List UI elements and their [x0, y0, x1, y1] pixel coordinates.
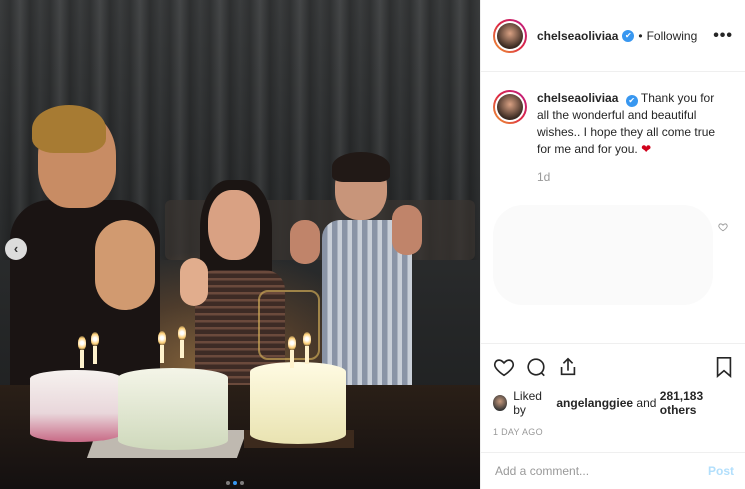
carousel-prev-button[interactable]: ‹	[5, 238, 27, 260]
comments-area	[493, 205, 713, 305]
red-heart-icon: ❤	[641, 142, 652, 156]
woman-head	[208, 190, 260, 260]
liker-username[interactable]: angelanggiee	[556, 396, 633, 410]
candle	[80, 350, 84, 368]
header-separator: •	[638, 28, 643, 43]
avatar-image	[497, 22, 523, 49]
candle-flame	[303, 332, 311, 346]
comment-like-icon[interactable]	[718, 221, 728, 235]
post-comment-button[interactable]: Post	[708, 464, 734, 478]
likes-summary: Liked by angelanggiee and 281,183 others	[493, 389, 734, 417]
comment-input[interactable]	[495, 464, 708, 478]
caption-timestamp[interactable]: 1d	[537, 170, 745, 184]
post-side-panel: chelseaoliviaa ✔ • Following ••• chelsea…	[480, 0, 745, 489]
comment-box: Post	[481, 452, 745, 489]
avatar[interactable]	[493, 18, 527, 53]
carousel-indicator	[226, 481, 244, 485]
child-arm-right	[392, 205, 422, 255]
following-button[interactable]: Following	[647, 29, 698, 43]
verified-badge-icon: ✔	[625, 95, 638, 107]
share-icon[interactable]	[557, 356, 579, 378]
post-date[interactable]: 1 DAY AGO	[493, 427, 734, 437]
carousel-dot	[226, 481, 230, 485]
child-hair	[332, 152, 390, 182]
more-options-icon[interactable]: •••	[713, 27, 733, 45]
man-hair	[32, 105, 106, 153]
post-actions: Liked by angelanggiee and 281,183 others…	[481, 343, 745, 437]
man-hands	[95, 220, 155, 310]
cake-green	[118, 368, 228, 450]
post-photo[interactable]: ‹	[0, 0, 480, 489]
candle	[93, 346, 97, 364]
liker-avatar[interactable]	[493, 395, 508, 411]
caption-text-block: chelseaoliviaa ✔ Thank you for all the w…	[537, 90, 727, 158]
verified-badge-icon: ✔	[622, 29, 635, 42]
likes-and: and	[636, 396, 657, 410]
post-header: chelseaoliviaa ✔ • Following •••	[481, 0, 745, 72]
candle	[290, 350, 294, 368]
candle	[305, 346, 309, 364]
caption-username[interactable]: chelseaoliviaa	[537, 91, 618, 105]
candle	[180, 340, 184, 358]
avatar-image	[497, 94, 523, 120]
cake-cream	[250, 362, 346, 444]
woman-hand	[180, 258, 208, 306]
bookmark-icon[interactable]	[714, 356, 734, 378]
candle-flame	[288, 336, 296, 350]
cake-pink	[30, 370, 122, 442]
candle-flame	[91, 332, 99, 346]
candle-flame	[178, 326, 186, 340]
candle-flame	[78, 336, 86, 350]
header-username[interactable]: chelseaoliviaa	[537, 29, 618, 43]
child-arm-left	[290, 220, 320, 264]
action-icons	[493, 352, 734, 382]
carousel-dot-active	[233, 481, 237, 485]
candle	[160, 345, 164, 363]
caption: chelseaoliviaa ✔ Thank you for all the w…	[481, 72, 745, 158]
likes-prefix: Liked by	[513, 389, 542, 417]
comment-bubble-icon[interactable]	[525, 356, 547, 378]
carousel-dot	[240, 481, 244, 485]
likes-count[interactable]: 281,183 others	[660, 389, 734, 417]
heart-outline-icon[interactable]	[493, 356, 515, 378]
caption-avatar[interactable]	[493, 90, 527, 124]
candle-flame	[158, 331, 166, 345]
